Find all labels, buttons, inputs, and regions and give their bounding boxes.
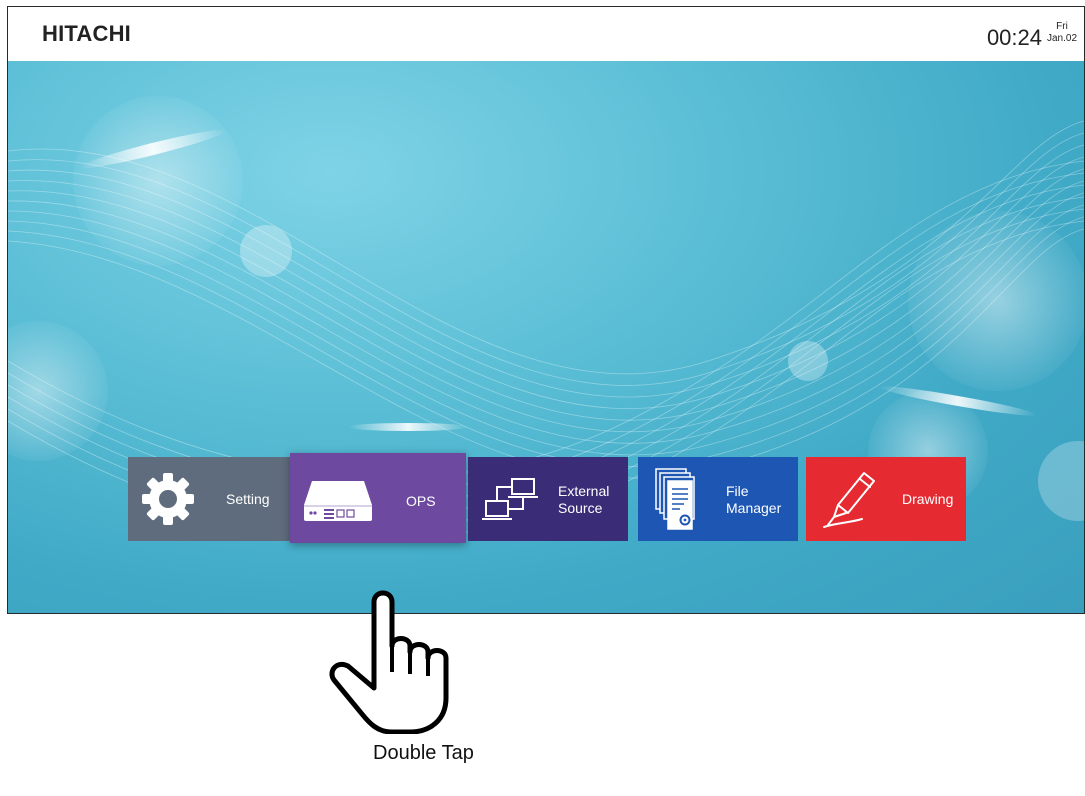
- setting-tile[interactable]: Setting: [128, 457, 290, 541]
- hand-pointer-icon: [329, 590, 449, 734]
- weekday-label: Fri: [1056, 21, 1068, 32]
- gear-icon: [142, 473, 194, 525]
- file-manager-label-line1: File: [726, 483, 749, 499]
- display-screen: HITACHI 00:24 Fri Jan.02 Setting OPS Ext…: [7, 6, 1085, 614]
- ops-box-icon: [304, 481, 372, 521]
- brand-logo: HITACHI: [42, 21, 131, 46]
- file-manager-label-line2: Manager: [726, 500, 782, 516]
- external-source-tile[interactable]: External Source: [468, 457, 628, 541]
- external-source-label-line2: Source: [558, 500, 603, 516]
- file-manager-tile[interactable]: File Manager: [638, 457, 798, 541]
- setting-label: Setting: [226, 491, 270, 507]
- ops-label: OPS: [406, 493, 436, 509]
- drawing-tile[interactable]: Drawing: [806, 457, 966, 541]
- date-display: Fri Jan.02: [1044, 21, 1080, 45]
- app-launcher-bar: Setting OPS External Source File Manager…: [128, 453, 1084, 543]
- external-source-label-line1: External: [558, 483, 610, 499]
- file-manager-icon: [655, 468, 695, 530]
- drawing-label: Drawing: [902, 491, 954, 507]
- pen-icon: [823, 472, 875, 528]
- ops-tile[interactable]: OPS: [290, 453, 466, 543]
- external-source-icon: [482, 478, 538, 520]
- clock-time: 00:24: [986, 25, 1042, 50]
- top-bar: HITACHI 00:24 Fri Jan.02: [8, 7, 1084, 61]
- gesture-caption: Double Tap: [373, 742, 474, 764]
- date-label: Jan.02: [1046, 33, 1078, 44]
